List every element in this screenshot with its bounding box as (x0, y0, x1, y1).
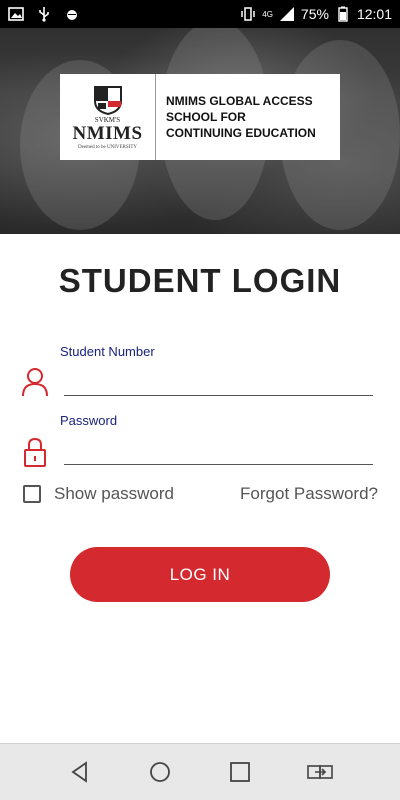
signal-icon (279, 7, 294, 21)
back-button[interactable] (65, 757, 95, 787)
student-number-underline (64, 395, 373, 396)
forgot-password-link[interactable]: Forgot Password? (240, 484, 378, 504)
show-password-checkbox[interactable] (23, 485, 41, 503)
password-label: Password (60, 413, 118, 428)
system-navigation-bar (0, 743, 400, 800)
network-type: 4G (262, 9, 273, 19)
battery-icon (338, 6, 348, 22)
back-icon (71, 761, 87, 783)
password-underline (64, 464, 373, 465)
recents-button[interactable] (225, 757, 255, 787)
show-password-label[interactable]: Show password (54, 484, 174, 504)
switch-app-button[interactable] (305, 757, 335, 787)
nmims-logo-mark: SVKM'S NMIMS Deemed to be UNIVERSITY (60, 74, 156, 160)
user-icon (22, 368, 48, 397)
clock: 12:01 (356, 6, 392, 22)
android-debug-icon (67, 10, 77, 20)
home-button[interactable] (145, 757, 175, 787)
status-bar: 4G 75% 12:01 (0, 0, 400, 28)
school-name-line3: CONTINUING EDUCATION (166, 126, 316, 140)
school-name-line1: NMIMS GLOBAL ACCESS (166, 94, 313, 108)
page-title: STUDENT LOGIN (58, 262, 342, 299)
switch-app-icon (307, 765, 333, 779)
student-number-input[interactable] (64, 368, 373, 394)
student-number-label: Student Number (60, 344, 155, 359)
school-name-line2: SCHOOL FOR (166, 110, 246, 124)
lock-icon (24, 437, 46, 467)
institution-logo: SVKM'S NMIMS Deemed to be UNIVERSITY NMI… (60, 74, 340, 160)
crest-icon (93, 85, 122, 115)
image-icon (8, 7, 24, 21)
usb-icon (39, 7, 49, 22)
login-button[interactable]: LOG IN (70, 547, 330, 602)
recents-icon (230, 762, 250, 782)
school-name: NMIMS GLOBAL ACCESS SCHOOL FOR CONTINUIN… (156, 93, 316, 141)
vibrate-icon (241, 7, 255, 21)
logo-name: NMIMS (72, 122, 143, 144)
logo-tagline: Deemed to be UNIVERSITY (77, 144, 137, 150)
battery-percent: 75% (300, 6, 329, 22)
password-input[interactable] (64, 437, 373, 463)
home-icon (150, 762, 170, 782)
